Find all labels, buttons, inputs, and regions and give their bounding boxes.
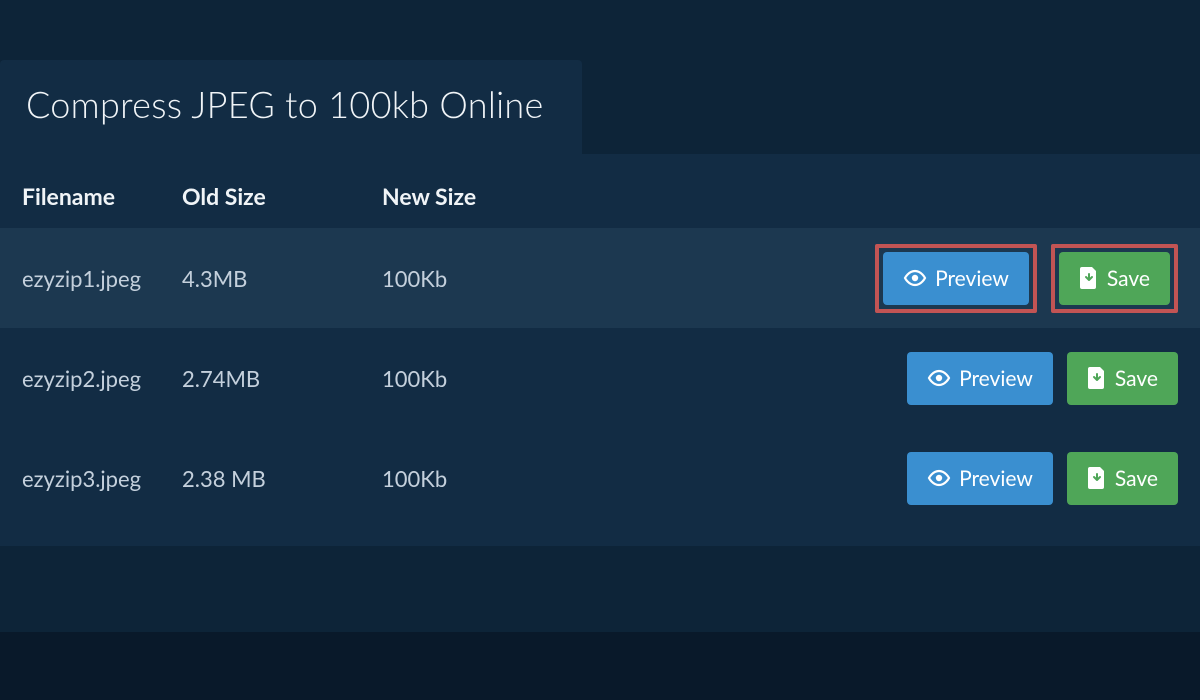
save-button-label: Save: [1115, 366, 1158, 391]
table-row: ezyzip3.jpeg 2.38 MB 100Kb Preview: [0, 428, 1200, 528]
preview-button-label: Preview: [959, 466, 1033, 491]
table-row: ezyzip2.jpeg 2.74MB 100Kb Preview: [0, 328, 1200, 428]
cell-filename: ezyzip2.jpeg: [22, 365, 182, 392]
cell-newsize: 100Kb: [382, 265, 875, 292]
save-button[interactable]: Save: [1059, 252, 1170, 305]
preview-button[interactable]: Preview: [883, 252, 1029, 305]
highlight-save: Save: [1051, 244, 1178, 313]
col-header-newsize: New Size: [382, 182, 1178, 210]
save-button[interactable]: Save: [1067, 452, 1178, 505]
download-file-icon: [1087, 367, 1107, 389]
cell-filename: ezyzip1.jpeg: [22, 265, 182, 292]
cell-oldsize: 4.3MB: [182, 265, 382, 292]
cell-oldsize: 2.74MB: [182, 365, 382, 392]
preview-button-label: Preview: [959, 366, 1033, 391]
save-button-label: Save: [1107, 266, 1150, 291]
eye-icon: [927, 366, 951, 390]
page-title: Compress JPEG to 100kb Online: [26, 82, 544, 126]
col-header-filename: Filename: [22, 182, 182, 210]
eye-icon: [927, 466, 951, 490]
results-panel: Filename Old Size New Size ezyzip1.jpeg …: [0, 154, 1200, 546]
cell-newsize: 100Kb: [382, 365, 907, 392]
tab-header: Compress JPEG to 100kb Online: [0, 60, 582, 154]
download-file-icon: [1079, 267, 1099, 289]
preview-button[interactable]: Preview: [907, 352, 1053, 405]
preview-button[interactable]: Preview: [907, 452, 1053, 505]
col-header-oldsize: Old Size: [182, 182, 382, 210]
save-button[interactable]: Save: [1067, 352, 1178, 405]
table-header-row: Filename Old Size New Size: [0, 164, 1200, 228]
bottom-bar: [0, 632, 1200, 700]
table-row: ezyzip1.jpeg 4.3MB 100Kb Preview: [0, 228, 1200, 328]
cell-oldsize: 2.38 MB: [182, 465, 382, 492]
cell-newsize: 100Kb: [382, 465, 907, 492]
cell-filename: ezyzip3.jpeg: [22, 465, 182, 492]
save-button-label: Save: [1115, 466, 1158, 491]
download-file-icon: [1087, 467, 1107, 489]
highlight-preview: Preview: [875, 244, 1037, 313]
preview-button-label: Preview: [935, 266, 1009, 291]
eye-icon: [903, 266, 927, 290]
results-table: Filename Old Size New Size ezyzip1.jpeg …: [0, 164, 1200, 528]
